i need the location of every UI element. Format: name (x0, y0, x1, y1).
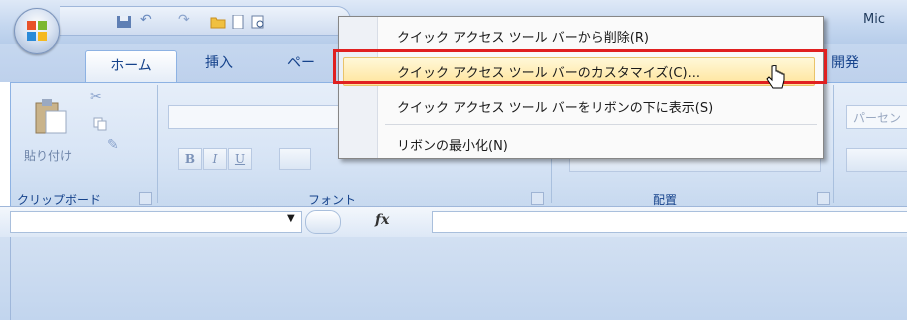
number-format-combobox[interactable]: パーセン (846, 105, 907, 129)
quick-access-toolbar: ↶ ↷ (60, 6, 351, 36)
menu-separator (385, 124, 817, 125)
bold-button[interactable]: B (178, 148, 202, 170)
menu-item-remove-from-qat[interactable]: クイック アクセス ツール バーから削除(R) (339, 20, 823, 50)
underline-button[interactable]: U (228, 148, 252, 170)
menu-item-label: リボンの最小化(N) (397, 139, 508, 154)
borders-button[interactable] (279, 148, 311, 170)
save-icon[interactable] (116, 15, 132, 29)
menu-item-minimize-ribbon[interactable]: リボンの最小化(N) (339, 128, 823, 158)
cut-icon[interactable]: ✂ (90, 89, 102, 105)
copy-icon[interactable] (93, 117, 107, 131)
office-logo-icon (27, 21, 47, 41)
menu-item-label: クイック アクセス ツール バーから削除(R) (397, 31, 649, 46)
italic-button[interactable]: I (203, 148, 227, 170)
formula-expand-button[interactable] (305, 210, 341, 234)
paste-icon[interactable] (34, 97, 68, 135)
formula-bar: ▼ fx (0, 206, 907, 238)
number-format-buttons[interactable] (846, 148, 907, 172)
menu-item-show-below-ribbon[interactable]: クイック アクセス ツール バーをリボンの下に表示(S) (339, 90, 823, 120)
formula-input[interactable] (432, 211, 907, 233)
open-folder-icon[interactable] (210, 15, 226, 29)
font-dialog-launcher[interactable] (531, 192, 544, 205)
mouse-cursor-icon (766, 65, 785, 89)
group-divider (157, 85, 158, 203)
name-box[interactable] (10, 211, 302, 233)
number-format-value: パーセン (853, 111, 902, 125)
clipboard-dialog-launcher[interactable] (139, 192, 152, 205)
new-document-icon[interactable] (230, 15, 246, 29)
format-painter-icon[interactable]: ✎ (107, 137, 119, 153)
menu-item-label: クイック アクセス ツール バーをリボンの下に表示(S) (397, 101, 714, 116)
tab-developer[interactable]: 開発 (831, 52, 859, 72)
tab-insert[interactable]: 挿入 (205, 52, 233, 72)
font-name-combobox[interactable] (168, 105, 350, 129)
group-divider (833, 85, 834, 203)
divider (10, 237, 11, 320)
office-button[interactable] (14, 8, 60, 54)
print-preview-icon[interactable] (250, 15, 266, 29)
chevron-down-icon[interactable]: ▼ (287, 213, 295, 224)
paste-button-label[interactable]: 貼り付け (24, 147, 72, 164)
redo-icon[interactable]: ↷ (178, 12, 194, 28)
annotation-highlight-box (333, 49, 827, 84)
tab-page-layout[interactable]: ペー (287, 52, 315, 72)
tab-home[interactable]: ホーム (85, 50, 177, 83)
qat-context-menu: クイック アクセス ツール バーから削除(R) クイック アクセス ツール バー… (338, 16, 824, 159)
fx-icon[interactable]: fx (375, 212, 389, 228)
worksheet-area (0, 237, 907, 320)
alignment-dialog-launcher[interactable] (817, 192, 830, 205)
undo-icon[interactable]: ↶ (140, 12, 156, 28)
window-title: Mic (863, 12, 885, 27)
